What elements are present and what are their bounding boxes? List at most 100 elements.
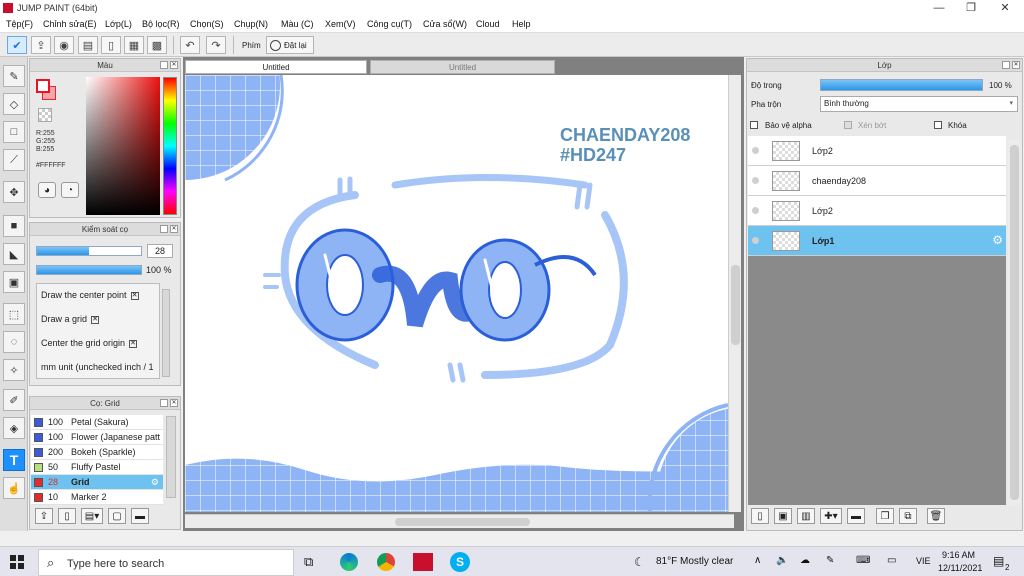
- menu-help[interactable]: Help: [512, 19, 531, 29]
- taskbar-search[interactable]: ⌕ Type here to search: [38, 549, 294, 576]
- clock-time[interactable]: 9:16 AM: [942, 550, 975, 560]
- brush-list-scrollbar[interactable]: [166, 416, 176, 498]
- palette-settings-icon[interactable]: ◔: [61, 182, 79, 198]
- grid-layout-icon[interactable]: ▩: [147, 36, 167, 54]
- brush-folder-icon[interactable]: ▬: [131, 508, 149, 524]
- comment-icon[interactable]: ▤: [78, 36, 98, 54]
- menu-edit[interactable]: Chỉnh sửa(E): [43, 19, 97, 29]
- float-icon[interactable]: [160, 61, 168, 69]
- layer-row[interactable]: Lớp1 ⚙: [748, 226, 1006, 256]
- menu-tools[interactable]: Công cụ(T): [367, 19, 412, 29]
- layer-opacity-slider[interactable]: [820, 79, 983, 91]
- speaker-icon[interactable]: 🔈: [776, 555, 788, 566]
- brush-list-item[interactable]: 28 Grid ⚙: [31, 475, 163, 490]
- menu-filter[interactable]: Bộ lọc(R): [142, 19, 180, 29]
- minimize-button[interactable]: —: [922, 0, 956, 17]
- new-halftone-layer-icon[interactable]: ▥: [797, 508, 815, 524]
- duplicate-layer-icon[interactable]: ❐: [876, 508, 894, 524]
- chrome-browser-icon[interactable]: [377, 553, 395, 571]
- brush-export-icon[interactable]: ▢: [108, 508, 126, 524]
- canvas-vertical-scrollbar[interactable]: [728, 75, 741, 512]
- canvas-horizontal-scrollbar[interactable]: [185, 514, 734, 528]
- brush-size-slider[interactable]: [36, 246, 142, 256]
- brush-list-item[interactable]: 50 Fluffy Pastel: [31, 460, 163, 475]
- close-icon[interactable]: ✕: [170, 61, 178, 69]
- transparent-color-swatch[interactable]: [38, 108, 52, 122]
- undo-icon[interactable]: ↶: [180, 36, 200, 54]
- menu-capture[interactable]: Chụp(N): [234, 19, 268, 29]
- chat-icon[interactable]: ◉: [54, 36, 74, 54]
- jump-paint-taskbar-icon[interactable]: [413, 553, 433, 571]
- protect-alpha-checkbox[interactable]: [750, 121, 758, 129]
- reset-button[interactable]: Đặt lại: [266, 36, 314, 54]
- menu-color[interactable]: Màu (C): [281, 19, 314, 29]
- menu-cloud[interactable]: Cloud: [476, 19, 500, 29]
- move-icon[interactable]: ✥: [3, 181, 25, 203]
- brush-list-item[interactable]: 200 Bokeh (Sparkle): [31, 445, 163, 460]
- close-icon[interactable]: ✕: [170, 225, 178, 233]
- document-icon[interactable]: ▯: [101, 36, 121, 54]
- layer-row[interactable]: chaenday208: [748, 166, 1006, 196]
- palette-icon[interactable]: ◕: [38, 182, 56, 198]
- float-icon[interactable]: [160, 225, 168, 233]
- new-raster-layer-icon[interactable]: ▣: [774, 508, 792, 524]
- gear-icon[interactable]: ⚙: [992, 233, 1003, 247]
- float-icon[interactable]: [1002, 61, 1010, 69]
- saturation-value-picker[interactable]: [86, 77, 160, 215]
- layer-visibility-icon[interactable]: [752, 207, 759, 214]
- layer-row[interactable]: Lớp2: [748, 196, 1006, 226]
- layer-visibility-icon[interactable]: [752, 177, 759, 184]
- brush-list-item[interactable]: 100 Petal (Sakura): [31, 415, 163, 430]
- edge-browser-icon[interactable]: [340, 553, 358, 571]
- delete-layer-icon[interactable]: 🗑: [927, 508, 945, 524]
- panel-layout-icon[interactable]: ▦: [124, 36, 144, 54]
- close-icon[interactable]: ✕: [1012, 61, 1020, 69]
- cloud-check-icon[interactable]: ✔: [7, 36, 27, 54]
- select-eraser-icon[interactable]: ◈: [3, 417, 25, 439]
- layer-visibility-icon[interactable]: [752, 147, 759, 154]
- gear-icon[interactable]: ⚙: [151, 475, 159, 489]
- float-icon[interactable]: [160, 399, 168, 407]
- eraser-icon[interactable]: ◇: [3, 93, 25, 115]
- layer-visibility-icon[interactable]: [752, 237, 759, 244]
- pen-icon[interactable]: ✎: [3, 65, 25, 87]
- pen-input-icon[interactable]: ✎: [826, 555, 834, 566]
- menu-select[interactable]: Chọn(S): [190, 19, 224, 29]
- bucket-icon[interactable]: ◣: [3, 243, 25, 265]
- gradient-icon[interactable]: ▣: [3, 271, 25, 293]
- select-rect-icon[interactable]: □: [3, 121, 25, 143]
- tab-untitled-1[interactable]: Untitled: [185, 60, 367, 74]
- menu-file[interactable]: Tệp(F): [6, 19, 33, 29]
- new-folder-icon[interactable]: ▬: [847, 508, 865, 524]
- cloud-icon[interactable]: ☁: [800, 555, 810, 566]
- marquee-icon[interactable]: ⬚: [3, 303, 25, 325]
- brush-opacity-slider[interactable]: [36, 265, 142, 275]
- hue-slider[interactable]: [163, 77, 177, 215]
- task-view-icon[interactable]: ⧉: [304, 554, 313, 570]
- weather-readout[interactable]: 81°F Mostly clear: [656, 556, 733, 567]
- lock-checkbox[interactable]: [934, 121, 942, 129]
- draw-center-checkbox[interactable]: ✕: [130, 291, 139, 300]
- fill-rect-icon[interactable]: ■: [3, 215, 25, 237]
- close-button[interactable]: ✕: [988, 0, 1022, 17]
- brush-list-item[interactable]: 100 Flower (Japanese patt: [31, 430, 163, 445]
- maximize-button[interactable]: ❐: [954, 0, 988, 17]
- keyboard-icon[interactable]: ⌨: [856, 555, 870, 566]
- menu-window[interactable]: Cửa sổ(W): [423, 19, 467, 29]
- close-icon[interactable]: ✕: [170, 399, 178, 407]
- new-layer-icon[interactable]: ▯: [751, 508, 769, 524]
- center-grid-checkbox[interactable]: ✕: [129, 339, 138, 348]
- menu-layer[interactable]: Lớp(L): [105, 19, 132, 29]
- options-scrollbar[interactable]: [162, 289, 170, 377]
- magic-wand-icon[interactable]: ✧: [3, 359, 25, 381]
- share-icon[interactable]: ⇪: [31, 36, 51, 54]
- chevron-up-icon[interactable]: ∧: [754, 555, 761, 566]
- brush-size-value[interactable]: 28: [147, 244, 173, 258]
- display-icon[interactable]: ▭: [887, 555, 896, 566]
- layers-scrollbar[interactable]: [1008, 140, 1021, 505]
- add-layer-menu-icon[interactable]: ✚▾: [820, 508, 842, 524]
- brush-menu-icon[interactable]: ▤▾: [81, 508, 103, 524]
- redo-icon[interactable]: ↷: [206, 36, 226, 54]
- language-indicator[interactable]: VIE: [916, 556, 931, 566]
- clock-date[interactable]: 12/11/2021: [938, 563, 982, 573]
